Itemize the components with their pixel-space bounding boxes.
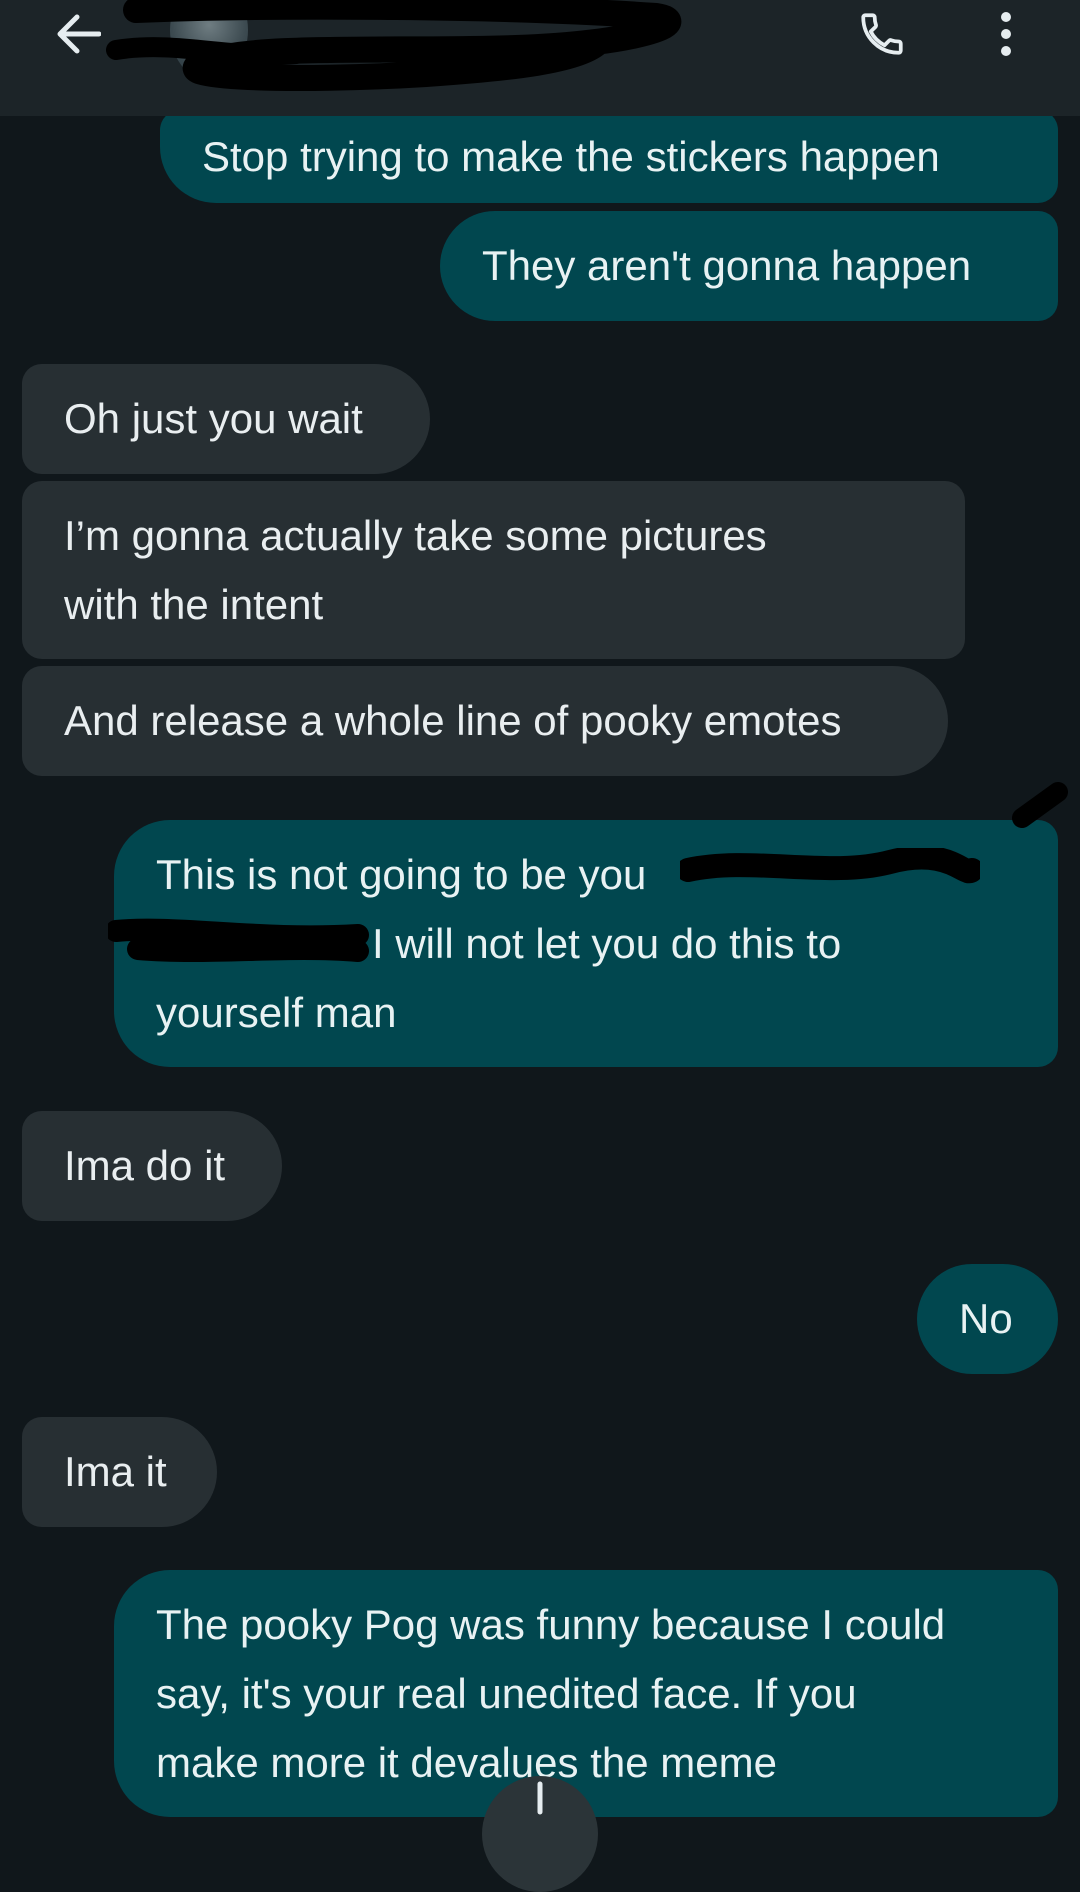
arrow-down-icon: [520, 1776, 560, 1821]
message-text: with the intent: [64, 581, 324, 628]
message-bubble-incoming[interactable]: Oh just you wait: [22, 364, 430, 474]
message-text: No: [959, 1295, 1013, 1342]
more-vert-icon: [998, 11, 1014, 62]
message-text: Ima it: [64, 1448, 167, 1495]
message-text: say, it's your real unedited face. If yo…: [156, 1670, 857, 1717]
message-bubble-incoming[interactable]: Ima it: [22, 1417, 217, 1527]
message-bubble-outgoing[interactable]: The pooky Pog was funny because I could …: [114, 1570, 1058, 1817]
message-thread[interactable]: Stop trying to make the stickers happen …: [0, 0, 1080, 1892]
scroll-to-bottom-button[interactable]: [482, 1776, 598, 1892]
app-bar: [0, 0, 1080, 116]
message-text: make more it devalues the meme: [156, 1739, 777, 1786]
phone-icon: [857, 9, 907, 64]
message-text: The pooky Pog was funny because I could: [156, 1601, 946, 1648]
message-bubble-incoming[interactable]: And release a whole line of pooky emotes: [22, 666, 948, 776]
message-text: yourself man: [156, 989, 397, 1036]
redaction-mark: [108, 918, 369, 962]
arrow-left-icon: [55, 13, 102, 60]
redaction-mark: [1012, 782, 1068, 828]
message-bubble-outgoing[interactable]: They aren't gonna happen: [440, 211, 1058, 321]
message-text: And release a whole line of pooky emotes: [64, 697, 842, 744]
message-text: I’m gonna actually take some pictures: [64, 512, 767, 559]
message-text: They aren't gonna happen: [482, 242, 972, 289]
message-bubble-incoming[interactable]: Ima do it: [22, 1111, 282, 1221]
message-text: Stop trying to make the stickers happen: [202, 133, 940, 180]
more-options-button[interactable]: [976, 2, 1036, 70]
message-bubble-outgoing[interactable]: No: [917, 1264, 1058, 1374]
redaction-mark: [680, 848, 980, 884]
message-bubble-incoming[interactable]: I’m gonna actually take some pictures wi…: [22, 481, 965, 659]
message-text: Ima do it: [64, 1142, 226, 1189]
redaction-mark: [106, 0, 682, 91]
message-text: Oh just you wait: [64, 395, 363, 442]
call-button[interactable]: [848, 2, 916, 70]
message-bubble-outgoing[interactable]: Stop trying to make the stickers happen: [160, 110, 1058, 203]
